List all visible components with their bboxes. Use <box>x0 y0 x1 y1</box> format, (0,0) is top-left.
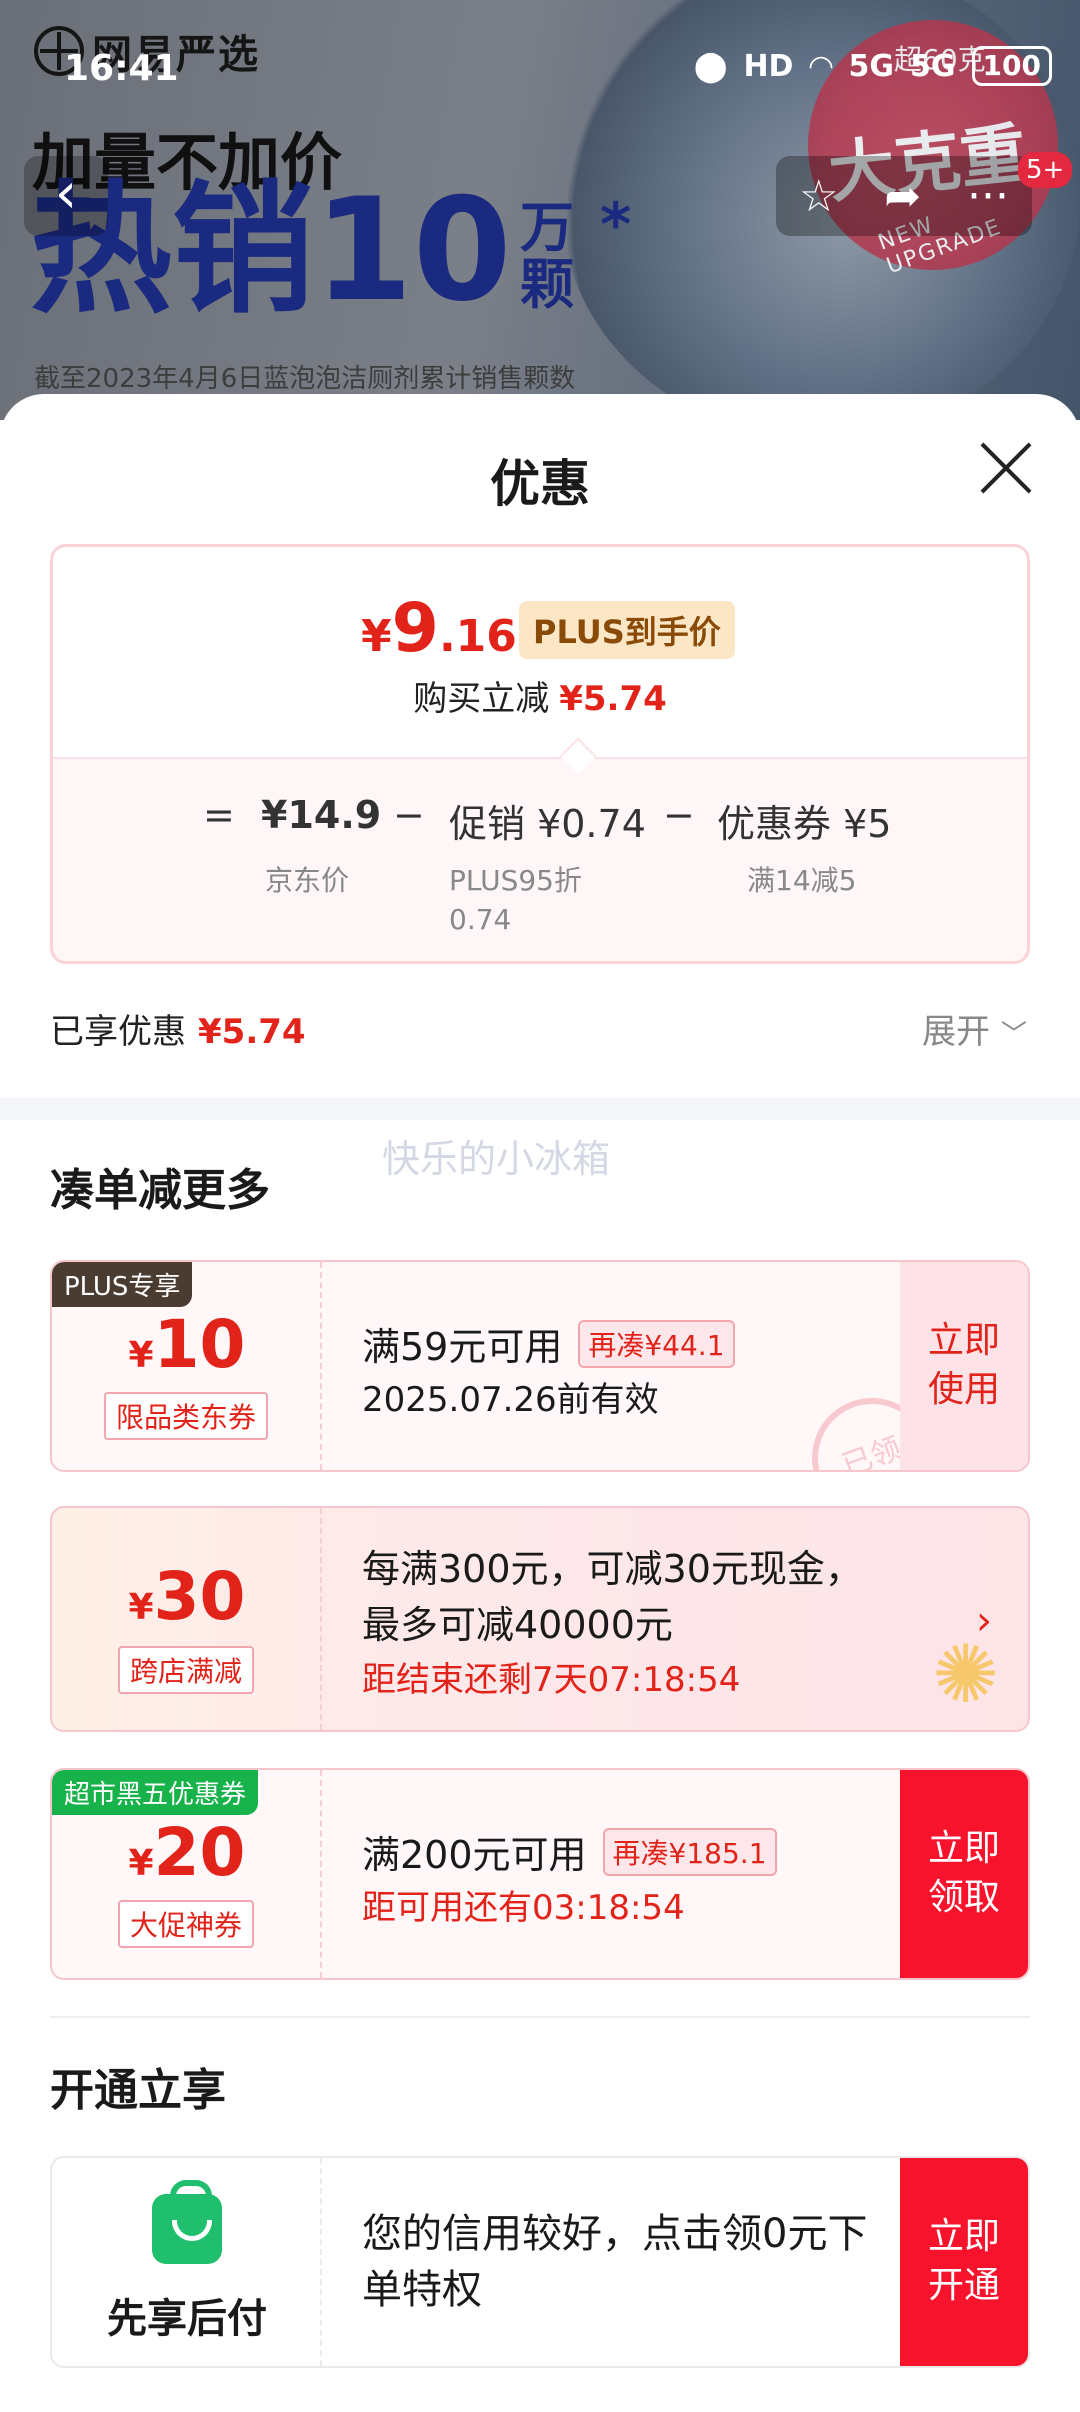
price-breakdown: = ¥14.9 − 促销 ¥0.74 − 优惠券 ¥5 京东价 PLUS95折 … <box>53 757 1027 961</box>
sheet-title: 优惠 <box>490 455 590 513</box>
back-button[interactable]: ‹ <box>24 156 108 236</box>
coupon-condition-text: 满59元可用 <box>362 1325 563 1369</box>
coupon-card[interactable]: ¥30 跨店满减 每满300元，可减30元现金， 最多可减40000元 距结束还… <box>50 1506 1030 1732</box>
pay-later-card[interactable]: 先享后付 您的信用较好，点击领0元下单特权 立即 开通 <box>50 2156 1030 2368</box>
pay-later-label: 先享后付 <box>107 2296 267 2342</box>
coupon-amount: ¥30 <box>52 1558 322 1635</box>
coupon-currency: ¥ <box>128 1587 154 1628</box>
expand-button[interactable]: 展开 ﹀ <box>922 1004 1027 1053</box>
expand-label: 展开 <box>922 1012 990 1052</box>
price-integer: 9 <box>391 589 439 668</box>
coupon-tag: 超市黑五优惠券 <box>52 1770 259 1815</box>
promo-label: PLUS95折 0.74 <box>449 864 582 937</box>
price-card: ¥9.16 PLUS到手价 购买立减 ¥5.74 = ¥14.9 − 促销 ¥0.… <box>50 544 1030 964</box>
chevron-right-icon[interactable]: › <box>976 1598 992 1644</box>
coupon-value: 30 <box>153 1558 246 1635</box>
coupon-left: 超市黑五优惠券 ¥20 大促神券 <box>52 1770 322 1978</box>
banner-footnote: 截至2023年4月6日蓝泡泡洁厕剂累计销售颗数 <box>34 364 576 394</box>
pay-later-left: 先享后付 <box>52 2158 322 2366</box>
instant-discount-value: ¥5.74 <box>559 679 667 719</box>
coupon-condition-2: 最多可减40000元 <box>362 1603 673 1647</box>
status-bar: 16:41 ⬤ HD ◠ 5G 5G 100 <box>0 40 1080 100</box>
coupon-countdown: 距可用还有03:18:54 <box>362 1888 685 1928</box>
formula-minus-2: − <box>663 793 695 837</box>
coupon-left: PLUS专享 ¥10 限品类东券 <box>52 1262 322 1470</box>
wifi-icon: ◠ <box>809 48 833 84</box>
status-icons: ⬤ HD ◠ 5G 5G 100 <box>694 46 1052 86</box>
coupon-type: 大促神券 <box>117 1900 255 1948</box>
plus-price-tag: PLUS到手价 <box>519 601 735 659</box>
coupon-amount: ¥20 <box>52 1814 322 1891</box>
instant-discount-label: 购买立减 <box>413 679 550 719</box>
coupon-value: 10 <box>153 1306 246 1383</box>
coupon-countdown: 距结束还剩7天07:18:54 <box>362 1660 741 1700</box>
price-currency: ¥ <box>361 611 392 662</box>
coupon-gap-chip: 再凑¥44.1 <box>578 1319 735 1368</box>
coupon-type: 限品类东券 <box>103 1392 269 1440</box>
banner-hero-star: * <box>600 190 632 260</box>
signal-5g-icon-2: 5G <box>910 48 956 84</box>
formula-equals: = <box>203 793 235 837</box>
promo-discount: 促销 ¥0.74 <box>449 802 646 846</box>
final-price: ¥9.16 <box>361 589 517 668</box>
coupon-card[interactable]: 超市黑五优惠券 ¥20 大促神券 满200元可用 再凑¥185.1 距可用还有0… <box>50 1768 1030 1980</box>
section-separator <box>50 2016 1030 2018</box>
coupon-currency: ¥ <box>128 1843 154 1884</box>
battery-icon: 100 <box>971 46 1052 86</box>
coupon-value: 20 <box>153 1814 246 1891</box>
coupon-discount: 优惠券 ¥5 <box>717 802 892 846</box>
activate-now-button[interactable]: 立即 开通 <box>900 2158 1028 2366</box>
instant-discount: 购买立减 ¥5.74 <box>53 671 1027 720</box>
more-icon[interactable]: ··· <box>967 171 1009 222</box>
chevron-down-icon: ﹀ <box>1000 1020 1027 1050</box>
coupon-amount: ¥10 <box>52 1306 322 1383</box>
coupon-type: 跨店满减 <box>117 1646 255 1694</box>
signal-5g-icon: 5G <box>848 48 895 84</box>
coupon-left: ¥30 跨店满减 <box>52 1508 322 1730</box>
favorite-icon[interactable]: ☆ <box>799 171 838 222</box>
coupon-condition: 满200元可用 再凑¥185.1 <box>362 1824 777 1879</box>
coupon-tag: PLUS专享 <box>52 1262 193 1307</box>
formula-minus-1: − <box>393 793 425 837</box>
coupon-gap-chip: 再凑¥185.1 <box>602 1827 777 1876</box>
watermark: 快乐的小冰箱 <box>382 1137 611 1181</box>
enjoyed-discount: 已享优惠 ¥5.74 <box>50 1004 306 1053</box>
claim-now-button[interactable]: 立即 领取 <box>900 1770 1028 1978</box>
coupon-card[interactable]: PLUS专享 ¥10 限品类东券 满59元可用 再凑¥44.1 2025.07.… <box>50 1260 1030 1472</box>
enjoyed-value: ¥5.74 <box>198 1012 306 1052</box>
shopping-bag-icon <box>152 2180 222 2264</box>
coupon-currency: ¥ <box>128 1335 154 1376</box>
discount-sheet: 优惠 ¥9.16 PLUS到手价 购买立减 ¥5.74 = ¥14.9 − 促销 … <box>0 394 1080 2412</box>
coupon-condition-text: 满200元可用 <box>362 1833 587 1877</box>
banner-hero-unit: 万颗 <box>520 196 574 316</box>
coupon-condition: 满59元可用 再凑¥44.1 <box>362 1316 735 1371</box>
location-icon: ⬤ <box>693 48 728 84</box>
hd-icon: HD <box>743 48 794 84</box>
pay-later-text: 您的信用较好，点击领0元下单特权 <box>362 2211 868 2313</box>
price-decimal: .16 <box>438 611 517 662</box>
jd-price-label: 京东价 <box>265 864 350 897</box>
message-badge: 5+ <box>1018 152 1073 188</box>
jd-price: ¥14.9 <box>261 793 382 837</box>
section-divider <box>0 1098 1080 1120</box>
section-title-services: 开通立享 <box>50 2065 226 2116</box>
close-icon[interactable] <box>976 438 1036 498</box>
status-time: 16:41 <box>64 48 179 89</box>
enjoyed-label: 已享优惠 <box>50 1012 186 1052</box>
coupon-condition: 每满300元，可减30元现金， <box>362 1547 863 1591</box>
coupon-validity: 2025.07.26前有效 <box>362 1380 659 1420</box>
nav-actions: ☆ ➦ ··· <box>776 156 1032 236</box>
use-now-button[interactable]: 立即 使用 <box>900 1262 1028 1470</box>
section-title-coupons: 凑单减更多 <box>50 1165 270 1216</box>
coupon-label: 满14减5 <box>747 864 857 897</box>
share-icon[interactable]: ➦ <box>884 171 921 222</box>
